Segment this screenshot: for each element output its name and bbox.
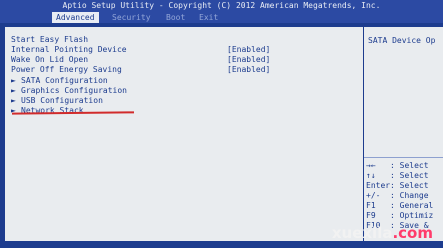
help-line: ↑↓ : Select <box>366 171 429 180</box>
power-off-energy-saving-value[interactable]: [Enabled] <box>227 65 270 74</box>
help-key: →← <box>366 161 376 170</box>
watermark-part2: .com <box>392 224 433 242</box>
help-text: : Select <box>390 171 429 180</box>
watermark-part1: xuexila <box>331 224 393 242</box>
tab-security[interactable]: Security <box>108 12 155 23</box>
submenu-sata-configuration[interactable]: ► SATA Configuration <box>11 76 108 85</box>
help-text: : General <box>390 201 434 210</box>
help-divider <box>364 157 443 158</box>
help-line: F1 : General <box>366 201 433 210</box>
help-line: +/- : Change <box>366 191 429 200</box>
site-watermark: xuexila.com <box>332 224 433 242</box>
submenu-arrow-icon: ► <box>11 76 16 85</box>
help-key: ↑↓ <box>366 171 376 180</box>
wake-on-lid-open-label[interactable]: Wake On Lid Open <box>11 55 88 64</box>
help-key: Enter <box>366 181 391 190</box>
help-line: F9 : Optimiz <box>366 211 433 220</box>
tab-exit[interactable]: Exit <box>195 12 222 23</box>
submenu-label: SATA Configuration <box>21 76 108 85</box>
help-text: : Select <box>390 181 429 190</box>
submenu-arrow-icon: ► <box>11 96 16 105</box>
internal-pointing-device-label[interactable]: Internal Pointing Device <box>11 45 127 54</box>
help-line: →← : Select <box>366 161 429 170</box>
help-text: : Optimiz <box>390 211 434 220</box>
wake-on-lid-open-value[interactable]: [Enabled] <box>227 55 270 64</box>
submenu-usb-configuration[interactable]: ► USB Configuration <box>11 96 103 105</box>
power-off-energy-saving-label[interactable]: Power Off Energy Saving <box>11 65 122 74</box>
bios-tab-bar: Advanced Security Boot Exit <box>0 11 443 23</box>
help-heading: SATA Device Op <box>368 36 436 45</box>
submenu-label: Graphics Configuration <box>21 86 127 95</box>
help-key: F1 <box>366 201 376 210</box>
help-key: +/- <box>366 191 381 200</box>
help-text: : Select <box>390 161 429 170</box>
help-line: Enter: Select <box>366 181 429 190</box>
settings-panel: Start Easy Flash Internal Pointing Devic… <box>5 27 363 241</box>
submenu-graphics-configuration[interactable]: ► Graphics Configuration <box>11 86 127 95</box>
tab-boot[interactable]: Boot <box>162 12 189 23</box>
tab-advanced[interactable]: Advanced <box>52 12 99 23</box>
help-key: F9 <box>366 211 376 220</box>
help-text: : Change <box>390 191 429 200</box>
bios-title-bar: Aptio Setup Utility - Copyright (C) 2012… <box>0 0 443 11</box>
start-easy-flash-item[interactable]: Start Easy Flash <box>11 35 88 44</box>
submenu-label: USB Configuration <box>21 96 103 105</box>
help-panel: SATA Device Op →← : Select ↑↓ : Select Ent… <box>364 27 443 241</box>
internal-pointing-device-value[interactable]: [Enabled] <box>227 45 270 54</box>
submenu-arrow-icon: ► <box>11 86 16 95</box>
